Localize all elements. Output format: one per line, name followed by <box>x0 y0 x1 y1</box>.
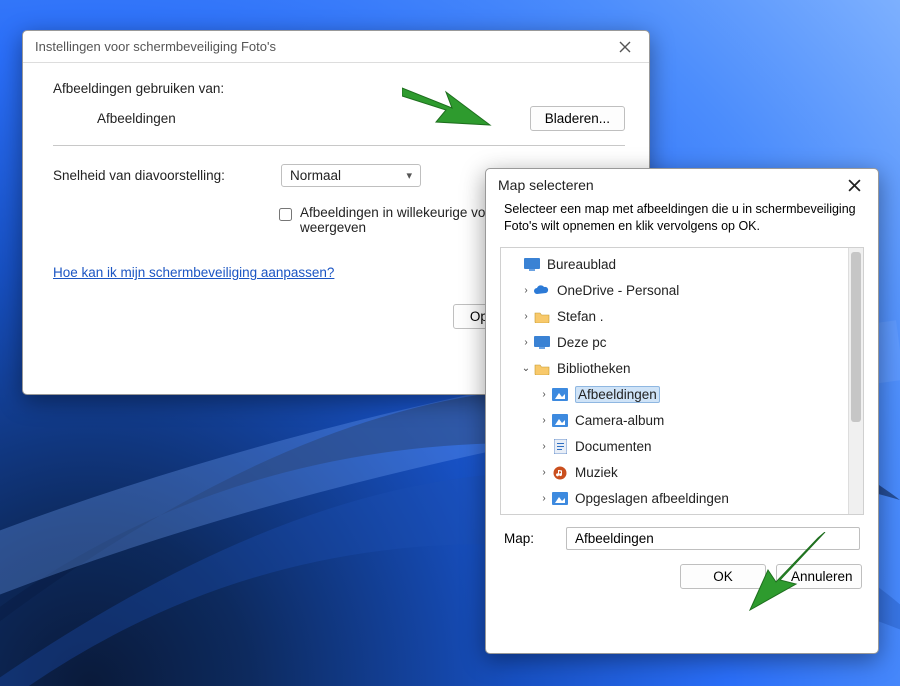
chevron-down-icon: ⌄ <box>519 363 533 374</box>
music-icon <box>551 464 569 482</box>
tree-item-user[interactable]: › Stefan . <box>501 304 859 330</box>
monitor-icon <box>533 334 551 352</box>
separator <box>53 145 625 146</box>
picture-icon <box>551 490 569 508</box>
tree-scrollbar[interactable] <box>848 248 863 514</box>
chevron-right-icon: › <box>519 285 533 296</box>
tree-item-camera[interactable]: › Camera-album <box>501 408 859 434</box>
tree-item-documents[interactable]: › Documenten <box>501 434 859 460</box>
map-label: Map: <box>504 531 548 546</box>
close-icon[interactable] <box>836 172 872 198</box>
close-icon[interactable] <box>607 34 643 60</box>
chevron-right-icon: › <box>537 493 551 504</box>
tree-item-music[interactable]: › Muziek <box>501 460 859 486</box>
picture-icon <box>551 412 569 430</box>
chevron-down-icon: ▾ <box>406 169 412 182</box>
map-input[interactable] <box>566 527 860 550</box>
chevron-right-icon: › <box>537 441 551 452</box>
help-link[interactable]: Hoe kan ik mijn schermbeveiliging aanpas… <box>53 265 334 280</box>
folder-icon <box>533 360 551 378</box>
folder-picker-dialog: Map selecteren Selecteer een map met afb… <box>485 168 879 654</box>
chevron-right-icon: › <box>537 389 551 400</box>
browse-button[interactable]: Bladeren... <box>530 106 625 131</box>
source-value: Afbeeldingen <box>97 111 530 126</box>
tree-item-videos[interactable]: › Video's <box>501 512 859 515</box>
chevron-right-icon: › <box>537 467 551 478</box>
cancel-button[interactable]: Annuleren <box>776 564 862 589</box>
chevron-right-icon: › <box>537 415 551 426</box>
picker-title: Map selecteren <box>498 177 836 193</box>
tree-item-libraries[interactable]: ⌄ Bibliotheken <box>501 356 859 382</box>
settings-title: Instellingen voor schermbeveiliging Foto… <box>35 39 607 54</box>
tree-item-saved[interactable]: › Opgeslagen afbeeldingen <box>501 486 859 512</box>
picture-icon <box>551 386 569 404</box>
folder-icon <box>533 308 551 326</box>
tree-item-pictures[interactable]: › Afbeeldingen <box>501 382 859 408</box>
ok-button[interactable]: OK <box>680 564 766 589</box>
cloud-icon <box>533 282 551 300</box>
tree-item-onedrive[interactable]: › OneDrive - Personal <box>501 278 859 304</box>
chevron-right-icon: › <box>519 337 533 348</box>
shuffle-checkbox[interactable] <box>279 208 292 221</box>
desktop-icon <box>523 256 541 274</box>
tree-item-thispc[interactable]: › Deze pc <box>501 330 859 356</box>
document-icon <box>551 438 569 456</box>
chevron-right-icon: › <box>519 311 533 322</box>
picker-instruction: Selecteer een map met afbeeldingen die u… <box>486 201 878 243</box>
speed-value: Normaal <box>290 168 341 183</box>
speed-select[interactable]: Normaal ▾ <box>281 164 421 187</box>
folder-tree[interactable]: Bureaublad › OneDrive - Personal › Stefa… <box>500 247 864 515</box>
use-from-label: Afbeeldingen gebruiken van: <box>53 81 625 96</box>
tree-item-desktop[interactable]: Bureaublad <box>501 252 859 278</box>
speed-label: Snelheid van diavoorstelling: <box>53 168 263 183</box>
